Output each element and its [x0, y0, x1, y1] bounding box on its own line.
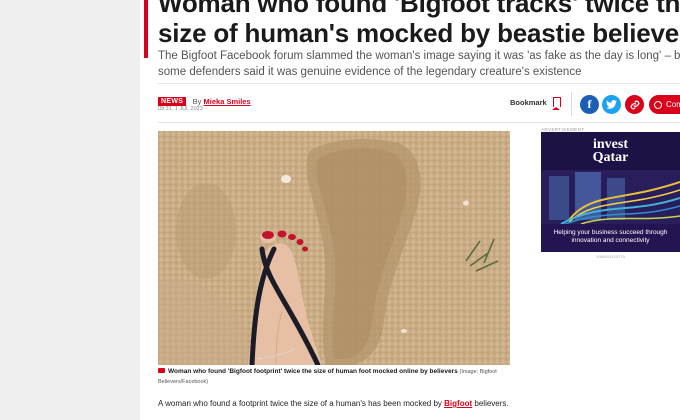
publish-timestamp: 09:31, 1 JUL 2023 — [158, 106, 203, 112]
topic-link-bigfoot[interactable]: Bigfoot — [444, 399, 472, 408]
bookmark-label: Bookmark — [510, 97, 547, 107]
body-text-end: believers. — [474, 399, 509, 408]
facebook-icon: f — [587, 97, 592, 111]
article-standfirst: The Bigfoot Facebook forum slammed the w… — [158, 50, 680, 78]
sidebar-advertisement[interactable]: invest Qatar Helping your business succe… — [541, 132, 680, 252]
comments-button[interactable]: Com — [649, 95, 680, 114]
bookmark-button[interactable]: Bookmark — [510, 97, 561, 110]
twitter-icon — [606, 100, 617, 109]
ad-id: 1984391125775 — [596, 254, 625, 259]
ad-tagline-line1: Helping your business succeed through — [553, 229, 668, 236]
article-main-image[interactable] — [158, 131, 510, 365]
article-headline: Woman who found 'Bigfoot tracks' twice t… — [158, 0, 680, 48]
divider — [158, 122, 680, 123]
comments-label: Com — [666, 100, 680, 109]
section-tag[interactable]: NEWS — [158, 97, 187, 107]
copy-link-button[interactable] — [625, 95, 644, 114]
headline-accent-bar — [144, 0, 148, 58]
twitter-share-button[interactable] — [602, 95, 621, 114]
caption-text: Woman who found 'Bigfoot footprint' twic… — [168, 368, 458, 375]
bookmark-icon — [552, 97, 561, 110]
body-text-start: A woman who found a footprint twice the … — [158, 399, 442, 408]
byline-prefix: By — [192, 97, 202, 107]
ad-tagline-line2: innovation and connectivity — [571, 237, 650, 244]
browser-viewport: Woman who found 'Bigfoot tracks' twice t… — [0, 0, 680, 420]
camera-icon — [158, 367, 165, 373]
divider — [158, 83, 680, 84]
page-gutter — [0, 0, 140, 420]
facebook-share-button[interactable]: f — [580, 95, 599, 114]
sand-footprint-photo — [158, 131, 510, 365]
article-body-paragraph: A woman who found a footprint twice the … — [158, 398, 510, 410]
image-caption: Woman who found 'Bigfoot footprint' twic… — [158, 367, 510, 387]
byline-text: By Mieka Smiles — [193, 97, 251, 106]
comments-icon — [654, 100, 662, 109]
ad-brand-line2: Qatar — [592, 150, 629, 165]
author-link[interactable]: Mieka Smiles — [204, 97, 251, 106]
divider — [571, 92, 572, 116]
link-icon — [630, 100, 639, 109]
ad-brand-logo: invest Qatar — [541, 138, 680, 165]
